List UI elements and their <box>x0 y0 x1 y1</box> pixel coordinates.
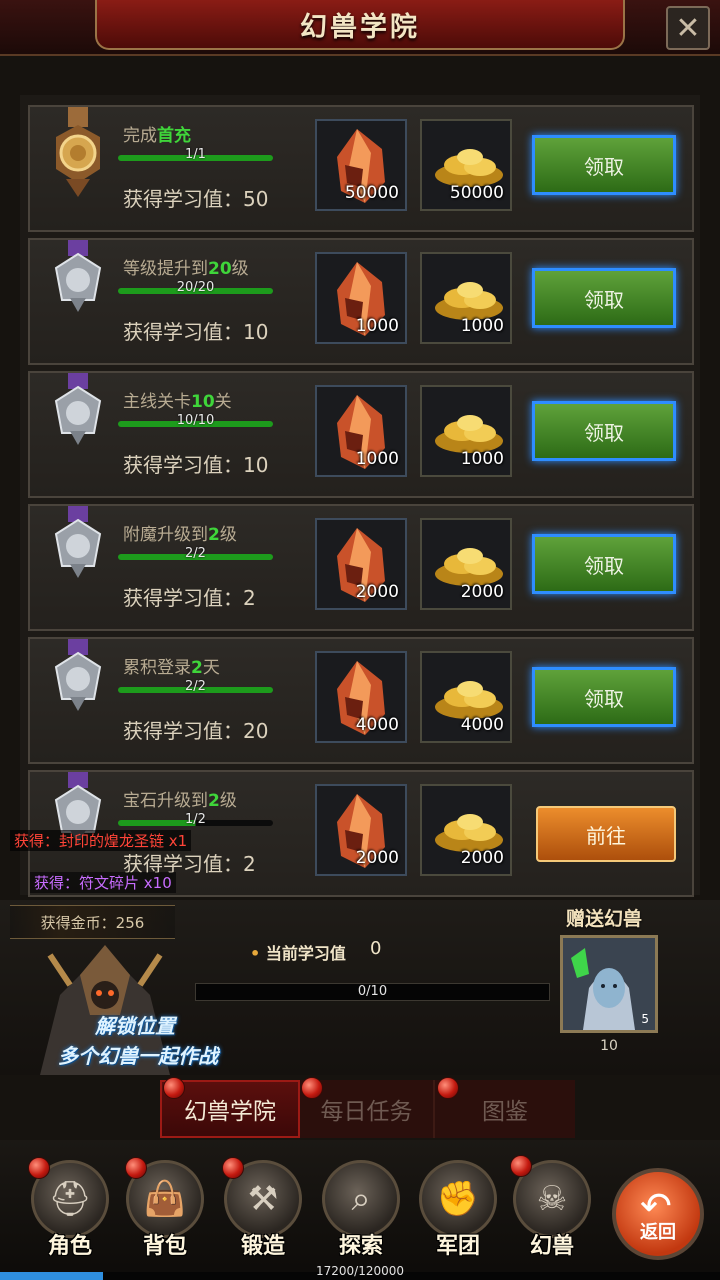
claim-button[interactable]: 领取 <box>532 401 676 461</box>
notification-dot-icon <box>437 1077 459 1099</box>
silver-medal-icon <box>54 373 102 445</box>
claim-button[interactable]: 领取 <box>532 667 676 727</box>
reward-crystal-slot[interactable]: 50000 <box>315 119 407 211</box>
item-count: 50000 <box>449 183 504 203</box>
goto-button[interactable]: 前往 <box>536 806 676 862</box>
gold-medal-icon <box>56 107 100 197</box>
nav-label: 军团 <box>435 1234 480 1259</box>
claim-button[interactable]: 领取 <box>532 534 676 594</box>
task-row: 累积登录2天 2/2 获得学习值：20 4000 4000 领取 <box>28 637 694 764</box>
gift-level: 5 <box>641 1012 649 1026</box>
nav-label: 锻造 <box>240 1234 285 1259</box>
silver-medal-icon <box>54 772 102 844</box>
item-count: 2000 <box>460 848 504 868</box>
task-reward-text: 获得学习值：10 <box>123 320 269 344</box>
item-count: 1000 <box>460 449 504 469</box>
notification-dot-icon <box>301 1077 323 1099</box>
task-name: 累积登录2天 <box>123 658 220 678</box>
nav-label: 背包 <box>142 1234 187 1259</box>
multi-beast-text: 多个幻兽一起作战 <box>58 1044 218 1068</box>
task-progress-text: 1/1 <box>185 147 206 162</box>
reward-gold-slot[interactable]: 2000 <box>420 784 512 876</box>
reward-gold-slot[interactable]: 2000 <box>420 518 512 610</box>
notification-dot-icon <box>222 1157 244 1179</box>
claim-button[interactable]: 领取 <box>532 268 676 328</box>
task-progress-text: 2/2 <box>185 679 206 694</box>
notification-dot-icon <box>510 1155 532 1177</box>
nav-label: 探索 <box>338 1234 383 1259</box>
task-name: 附魔升级到2级 <box>123 525 237 545</box>
reward-crystal-slot[interactable]: 4000 <box>315 651 407 743</box>
unlock-slot-text: 解锁位置 <box>95 1014 175 1038</box>
notification-dot-icon <box>28 1157 50 1179</box>
task-list[interactable]: 完成首充 1/1 获得学习值：50 50000 50000 领取 等级提升到20… <box>20 95 700 897</box>
item-count: 50000 <box>344 183 399 203</box>
task-name: 主线关卡10关 <box>123 392 232 412</box>
reward-crystal-slot[interactable]: 1000 <box>315 385 407 477</box>
task-reward-text: 获得学习值：10 <box>123 453 269 477</box>
rune-obtained-toast: 获得：符文碎片 x10 <box>30 872 176 893</box>
item-count: 4000 <box>460 715 504 735</box>
item-count: 1000 <box>460 316 504 336</box>
current-study-value: 0 <box>370 938 382 959</box>
nav-label: 幻兽 <box>529 1234 574 1259</box>
item-obtained-toast: 获得：封印的煌龙圣链 x1 <box>10 830 192 851</box>
gift-beast-title: 赠送幻兽 <box>566 908 643 930</box>
gold-obtained-toast: 获得金币：256 <box>10 905 175 939</box>
silver-medal-icon <box>54 506 102 578</box>
study-progress-text: 0/10 <box>357 984 388 999</box>
close-x-icon: ✕ <box>675 10 701 46</box>
task-reward-text: 获得学习值：50 <box>123 187 269 211</box>
task-row: 附魔升级到2级 2/2 获得学习值：2 2000 2000 领取 <box>28 504 694 631</box>
task-progress-text: 1/2 <box>185 812 206 827</box>
item-count: 2000 <box>460 582 504 602</box>
item-count: 4000 <box>355 715 399 735</box>
magnifier-icon: ⌕ <box>351 1179 371 1219</box>
task-row: 主线关卡10关 10/10 获得学习值：10 1000 1000 领取 <box>28 371 694 498</box>
task-progress-text: 20/20 <box>176 280 215 295</box>
title-plate: 幻兽学院 <box>95 0 625 50</box>
gauntlet-icon: ✊ <box>436 1179 480 1219</box>
task-name: 等级提升到20级 <box>123 259 249 279</box>
item-count: 1000 <box>355 316 399 336</box>
item-count: 2000 <box>355 582 399 602</box>
bullet-icon: • <box>250 944 261 963</box>
reward-gold-slot[interactable]: 1000 <box>420 252 512 344</box>
tab-bar: 幻兽学院 每日任务 图鉴 <box>160 1080 575 1138</box>
nav-legion[interactable]: ✊ 军团 <box>413 1150 503 1265</box>
task-row: 等级提升到20级 20/20 获得学习值：10 1000 1000 领取 <box>28 238 694 365</box>
reward-crystal-slot[interactable]: 1000 <box>315 252 407 344</box>
notification-dot-icon <box>125 1157 147 1179</box>
claim-button[interactable]: 领取 <box>532 135 676 195</box>
item-count: 2000 <box>355 848 399 868</box>
header-bar: 幻兽学院 ✕ <box>0 0 720 56</box>
nav-explore[interactable]: ⌕ 探索 <box>316 1150 406 1265</box>
task-reward-text: 获得学习值：2 <box>123 586 256 610</box>
task-name: 宝石升级到2级 <box>123 791 237 811</box>
item-count: 1000 <box>355 449 399 469</box>
experience-text: 17200/120000 <box>315 1264 405 1278</box>
page-title: 幻兽学院 <box>300 11 420 43</box>
nav-label: 角色 <box>47 1234 92 1259</box>
reward-crystal-slot[interactable]: 2000 <box>315 518 407 610</box>
task-name: 完成首充 <box>123 126 191 146</box>
close-button[interactable]: ✕ <box>666 6 710 50</box>
gift-count: 10 <box>600 1038 618 1054</box>
reward-gold-slot[interactable]: 4000 <box>420 651 512 743</box>
notification-dot-icon <box>163 1077 185 1099</box>
reward-gold-slot[interactable]: 50000 <box>420 119 512 211</box>
task-row: 完成首充 1/1 获得学习值：50 50000 50000 领取 <box>28 105 694 232</box>
reward-crystal-slot[interactable]: 2000 <box>315 784 407 876</box>
silver-medal-icon <box>54 639 102 711</box>
back-button[interactable]: ↶ 返回 <box>612 1168 704 1260</box>
gift-beast-portrait[interactable]: 5 <box>560 935 658 1033</box>
task-reward-text: 获得学习值：20 <box>123 719 269 743</box>
back-label: 返回 <box>640 1222 676 1243</box>
current-study-label: • 当前学习值 <box>250 944 346 963</box>
task-progress-text: 2/2 <box>185 546 206 561</box>
silver-medal-icon <box>54 240 102 312</box>
reward-gold-slot[interactable]: 1000 <box>420 385 512 477</box>
task-progress-text: 10/10 <box>176 413 215 428</box>
